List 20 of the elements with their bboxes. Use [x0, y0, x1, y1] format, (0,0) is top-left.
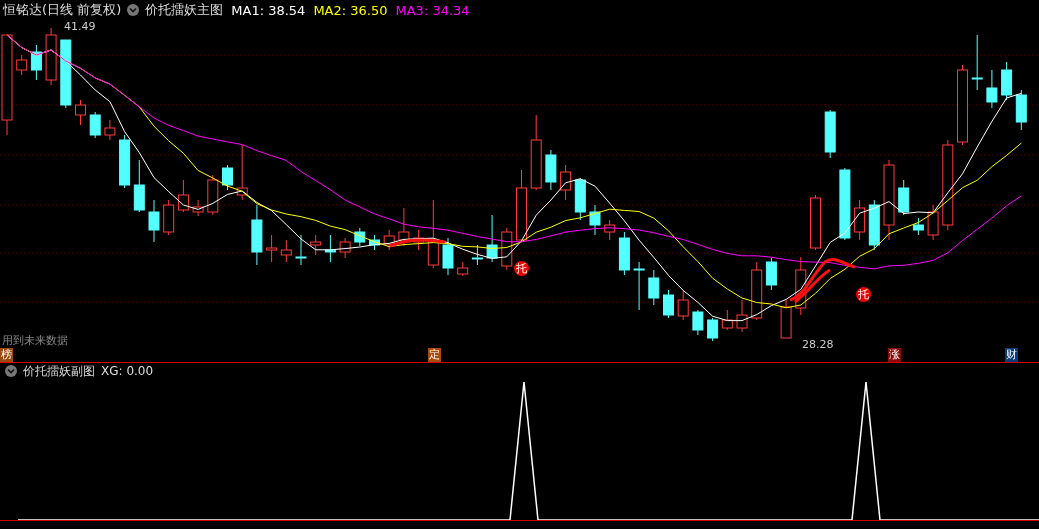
indicator-name: 价托擂妖主图 [145, 1, 224, 19]
event-marker[interactable]: 涨 [888, 348, 901, 362]
moving-average-reading: MA2: 36.50 [313, 2, 388, 18]
event-marker[interactable]: 财 [1005, 348, 1018, 362]
signal-badge: 托 [514, 261, 529, 276]
highlight-line [389, 238, 446, 248]
signal-badge: 托 [856, 287, 871, 302]
moving-average-reading: MA3: 34.34 [395, 2, 470, 18]
high-price-label: 41.49 [64, 20, 96, 33]
event-marker[interactable]: 定 [428, 348, 441, 362]
indicator-reading: XG: 0.00 [101, 364, 154, 378]
moving-average-reading: MA1: 38.54 [231, 2, 306, 18]
future-data-note: 用到未来数据 [2, 333, 68, 348]
stock-title: 恒铭达(日线 前复权) [3, 1, 122, 19]
dropdown-icon[interactable] [5, 365, 17, 377]
highlight-line [789, 258, 856, 304]
sub-indicator-name: 价托擂妖副图 [23, 362, 95, 380]
low-price-label: 28.28 [802, 338, 834, 351]
event-marker[interactable]: 榜 [0, 348, 13, 362]
dropdown-icon[interactable] [127, 4, 140, 16]
